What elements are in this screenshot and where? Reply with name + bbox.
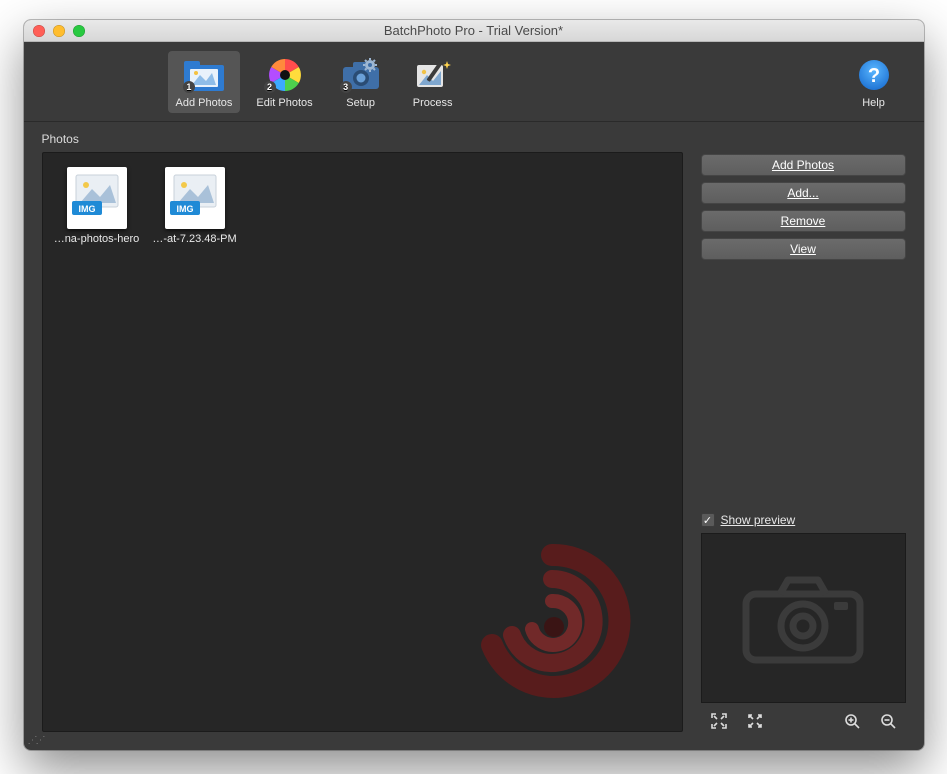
toolbar-label: Process	[413, 97, 453, 109]
preview-area	[701, 533, 906, 703]
photo-gallery[interactable]: IMG …na-photos-hero IMG	[42, 152, 683, 732]
logo-watermark-icon	[462, 531, 642, 711]
fit-to-window-icon[interactable]	[711, 713, 727, 732]
step-badge: 1	[183, 81, 195, 93]
actual-size-icon[interactable]	[747, 713, 763, 732]
side-panel: Add Photos Add... Remove View ✓ Show pre…	[701, 152, 906, 732]
image-file-icon: IMG	[67, 167, 127, 229]
remove-button[interactable]: Remove	[701, 210, 906, 232]
show-preview-checkbox[interactable]: ✓	[701, 513, 715, 527]
camera-placeholder-icon	[738, 568, 868, 668]
toolbar-label: Edit Photos	[256, 97, 312, 109]
preview-panel: ✓ Show preview	[701, 513, 906, 732]
action-buttons: Add Photos Add... Remove View	[701, 154, 906, 260]
camera-gear-icon: 3	[338, 55, 384, 95]
help-icon: ?	[851, 55, 897, 95]
titlebar: BatchPhoto Pro - Trial Version*	[24, 20, 924, 42]
photo-thumbnail[interactable]: IMG …na-photos-hero	[53, 163, 141, 245]
window-title: BatchPhoto Pro - Trial Version*	[24, 23, 924, 38]
step-badge: 2	[264, 81, 276, 93]
step-badge: 3	[340, 81, 352, 93]
close-icon[interactable]	[33, 25, 45, 37]
photo-thumbnail[interactable]: IMG …-at-7.23.48-PM	[151, 163, 239, 245]
show-preview-label: Show preview	[721, 513, 796, 527]
add-photos-button[interactable]: Add Photos	[701, 154, 906, 176]
view-button[interactable]: View	[701, 238, 906, 260]
add-folder-button[interactable]: Add...	[701, 182, 906, 204]
svg-text:IMG: IMG	[78, 204, 95, 214]
window-controls	[24, 25, 85, 37]
color-wheel-icon: 2	[262, 55, 308, 95]
section-title: Photos	[42, 132, 906, 146]
preview-controls	[701, 703, 906, 732]
content-area: Photos IMG …na-photos-hero	[24, 122, 924, 750]
toolbar-add-photos[interactable]: 1 Add Photos	[168, 51, 241, 113]
thumbnail-caption: …-at-7.23.48-PM	[152, 233, 236, 245]
svg-text:?: ?	[867, 65, 879, 87]
wand-image-icon	[410, 55, 456, 95]
toolbar-setup[interactable]: 3 Setup	[329, 51, 393, 113]
toolbar-process[interactable]: Process	[401, 51, 465, 113]
toolbar-label: Help	[862, 97, 885, 109]
thumbnail-caption: …na-photos-hero	[54, 233, 140, 245]
minimize-icon[interactable]	[53, 25, 65, 37]
toolbar-edit-photos[interactable]: 2 Edit Photos	[248, 51, 320, 113]
toolbar-label: Add Photos	[176, 97, 233, 109]
svg-text:IMG: IMG	[176, 204, 193, 214]
zoom-out-icon[interactable]	[880, 713, 896, 732]
zoom-in-icon[interactable]	[844, 713, 860, 732]
main-toolbar: 1 Add Photos 2 Edit Photos	[24, 42, 924, 122]
toolbar-label: Setup	[346, 97, 375, 109]
folder-image-icon: 1	[181, 55, 227, 95]
fullscreen-icon[interactable]	[73, 25, 85, 37]
image-file-icon: IMG	[165, 167, 225, 229]
toolbar-help[interactable]: ? Help	[842, 51, 906, 113]
app-window: BatchPhoto Pro - Trial Version* 1 Add Ph…	[24, 20, 924, 750]
